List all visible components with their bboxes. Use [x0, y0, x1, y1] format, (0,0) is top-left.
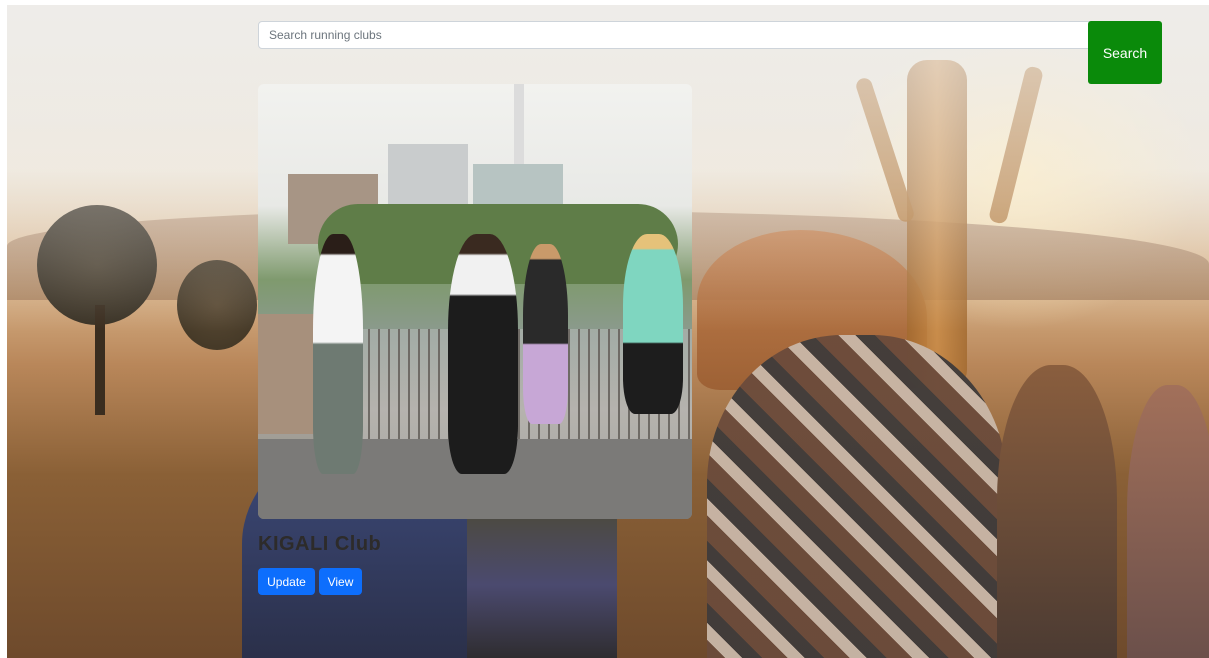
- photo-runner: [623, 234, 683, 414]
- search-button[interactable]: Search: [1088, 21, 1162, 84]
- club-card-title: KIGALI Club: [258, 533, 382, 555]
- photo-wall: [258, 314, 318, 434]
- photo-runner: [313, 234, 363, 474]
- update-button[interactable]: Update: [258, 568, 315, 595]
- view-button[interactable]: View: [319, 568, 362, 595]
- club-card-image: [258, 84, 692, 519]
- photo-runner: [448, 234, 518, 474]
- search-input[interactable]: [258, 21, 1104, 49]
- photo-runner: [523, 244, 568, 424]
